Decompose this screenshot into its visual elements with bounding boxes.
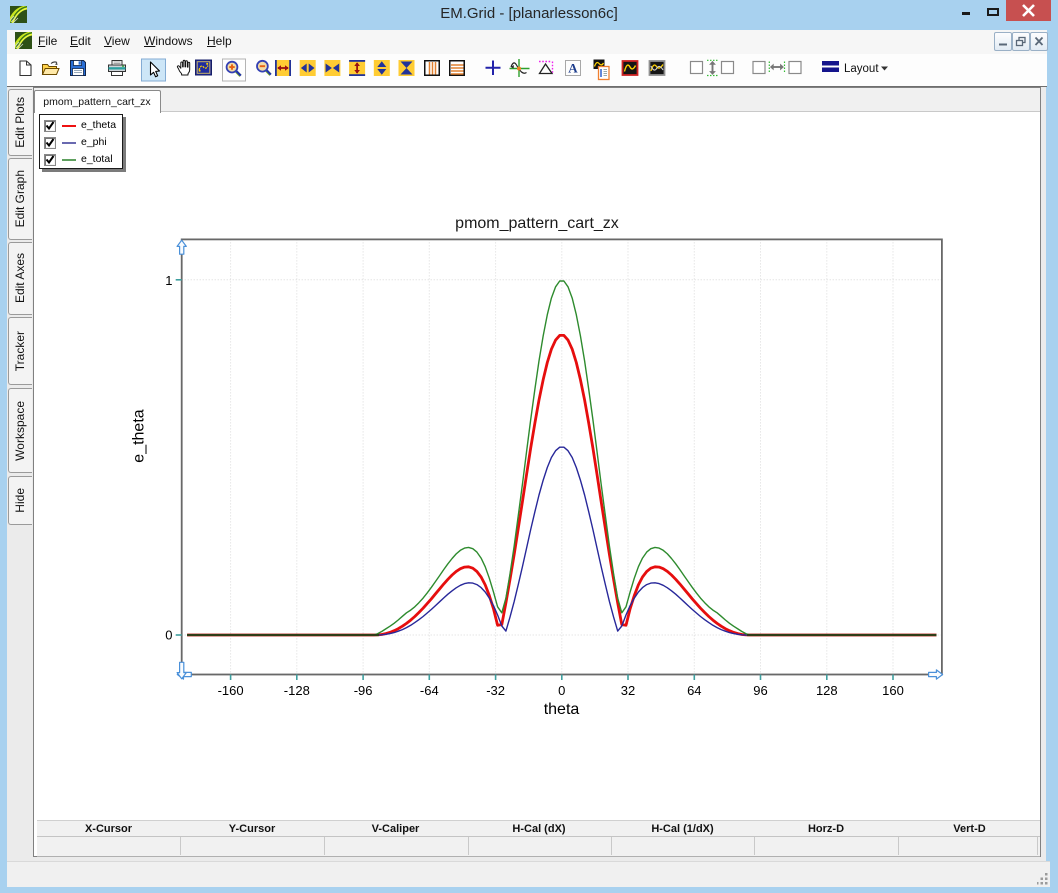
svg-text:A: A xyxy=(568,61,578,76)
svg-text:Layout: Layout xyxy=(844,63,879,75)
